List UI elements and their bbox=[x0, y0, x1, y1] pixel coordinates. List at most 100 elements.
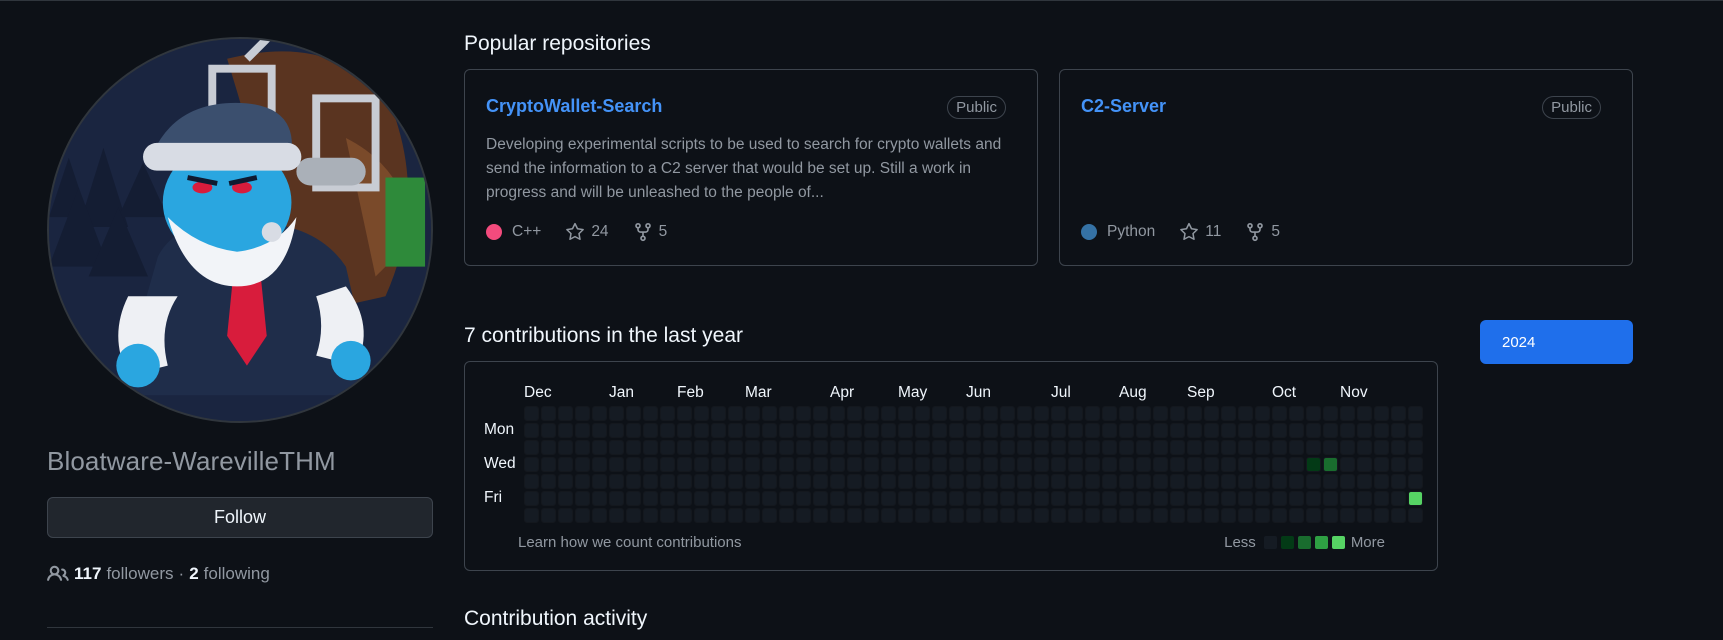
contribution-cell[interactable] bbox=[967, 475, 980, 488]
contribution-cell[interactable] bbox=[933, 407, 946, 420]
contribution-cell[interactable] bbox=[1018, 424, 1031, 437]
contribution-cell[interactable] bbox=[831, 407, 844, 420]
contribution-cell[interactable] bbox=[678, 424, 691, 437]
contribution-cell[interactable] bbox=[1188, 492, 1201, 505]
contribution-cell[interactable] bbox=[576, 407, 589, 420]
contribution-cell[interactable] bbox=[967, 407, 980, 420]
contribution-cell[interactable] bbox=[1069, 492, 1082, 505]
contribution-cell[interactable] bbox=[1001, 458, 1014, 471]
contribution-cell[interactable] bbox=[644, 492, 657, 505]
contribution-cell[interactable] bbox=[678, 407, 691, 420]
contribution-cell[interactable] bbox=[1188, 424, 1201, 437]
contribution-cell[interactable] bbox=[1171, 458, 1184, 471]
contribution-cell[interactable] bbox=[593, 424, 606, 437]
contribution-cell[interactable] bbox=[865, 492, 878, 505]
contribution-cell[interactable] bbox=[661, 475, 674, 488]
contribution-cell[interactable] bbox=[1392, 458, 1405, 471]
contribution-cell[interactable] bbox=[1188, 441, 1201, 454]
contribution-cell[interactable] bbox=[661, 509, 674, 522]
contribution-cell[interactable] bbox=[763, 441, 776, 454]
contribution-cell[interactable] bbox=[559, 475, 572, 488]
contribution-cell[interactable] bbox=[1188, 509, 1201, 522]
contribution-cell[interactable] bbox=[661, 492, 674, 505]
contribution-cell[interactable] bbox=[899, 407, 912, 420]
contribution-cell[interactable] bbox=[1137, 441, 1150, 454]
contribution-cell[interactable] bbox=[1341, 441, 1354, 454]
contribution-cell[interactable] bbox=[1341, 407, 1354, 420]
contribution-cell[interactable] bbox=[1375, 458, 1388, 471]
contribution-cell[interactable] bbox=[1035, 509, 1048, 522]
contribution-cell[interactable] bbox=[542, 458, 555, 471]
contribution-cell[interactable] bbox=[1171, 492, 1184, 505]
contribution-cell[interactable] bbox=[1001, 441, 1014, 454]
contribution-cell[interactable] bbox=[1341, 424, 1354, 437]
contribution-cell[interactable] bbox=[848, 475, 861, 488]
contribution-cell[interactable] bbox=[916, 492, 929, 505]
contribution-cell[interactable] bbox=[763, 509, 776, 522]
contribution-cell[interactable] bbox=[1307, 492, 1320, 505]
contribution-cell[interactable] bbox=[610, 424, 623, 437]
contribution-cell[interactable] bbox=[576, 441, 589, 454]
contribution-cell[interactable] bbox=[1324, 475, 1337, 488]
contribution-cell[interactable] bbox=[1018, 509, 1031, 522]
contribution-cell[interactable] bbox=[1137, 407, 1150, 420]
contribution-cell[interactable] bbox=[1137, 458, 1150, 471]
contribution-cell[interactable] bbox=[1001, 407, 1014, 420]
contribution-cell[interactable] bbox=[899, 492, 912, 505]
contribution-cell[interactable] bbox=[882, 509, 895, 522]
contribution-cell[interactable] bbox=[695, 424, 708, 437]
contribution-cell[interactable] bbox=[661, 424, 674, 437]
contribution-cell[interactable] bbox=[1035, 492, 1048, 505]
contribution-cell[interactable] bbox=[1069, 458, 1082, 471]
contribution-cell[interactable] bbox=[933, 458, 946, 471]
contribution-cell[interactable] bbox=[593, 492, 606, 505]
contribution-cell[interactable] bbox=[729, 458, 742, 471]
contribution-cell[interactable] bbox=[644, 441, 657, 454]
contribution-cell[interactable] bbox=[1307, 407, 1320, 420]
contribution-cell[interactable] bbox=[1154, 458, 1167, 471]
contribution-cell[interactable] bbox=[916, 441, 929, 454]
repo-forks-link[interactable]: 5 bbox=[633, 222, 667, 242]
contribution-cell[interactable] bbox=[984, 492, 997, 505]
contribution-cell[interactable] bbox=[678, 492, 691, 505]
contribution-cell[interactable] bbox=[950, 458, 963, 471]
contribution-cell[interactable] bbox=[1001, 509, 1014, 522]
contribution-cell[interactable] bbox=[1307, 509, 1320, 522]
contribution-cell[interactable] bbox=[1137, 424, 1150, 437]
contribution-cell[interactable] bbox=[1103, 509, 1116, 522]
contribution-cell[interactable] bbox=[610, 475, 623, 488]
contribution-cell[interactable] bbox=[644, 458, 657, 471]
contribution-cell[interactable] bbox=[1171, 407, 1184, 420]
contribution-cell[interactable] bbox=[1069, 407, 1082, 420]
contribution-cell[interactable] bbox=[1375, 509, 1388, 522]
contribution-cell[interactable] bbox=[797, 492, 810, 505]
contribution-cell[interactable] bbox=[1001, 475, 1014, 488]
contribution-cell[interactable] bbox=[1256, 441, 1269, 454]
contribution-cell[interactable] bbox=[763, 424, 776, 437]
contribution-cell[interactable] bbox=[848, 407, 861, 420]
contribution-cell[interactable] bbox=[525, 509, 538, 522]
contribution-cell[interactable] bbox=[525, 424, 538, 437]
contribution-cell[interactable] bbox=[1290, 458, 1303, 471]
contribution-cell[interactable] bbox=[627, 407, 640, 420]
contribution-cell[interactable] bbox=[1086, 458, 1099, 471]
contribution-cell[interactable] bbox=[1188, 475, 1201, 488]
contribution-cell[interactable] bbox=[1205, 475, 1218, 488]
contribution-cell[interactable] bbox=[780, 475, 793, 488]
contribution-cell[interactable] bbox=[814, 509, 827, 522]
contribution-cell[interactable] bbox=[593, 458, 606, 471]
contribution-cell[interactable] bbox=[746, 509, 759, 522]
contribution-cell[interactable] bbox=[797, 424, 810, 437]
contribution-cell[interactable] bbox=[1086, 441, 1099, 454]
contribution-cell[interactable] bbox=[1120, 492, 1133, 505]
contribution-cell[interactable] bbox=[1137, 475, 1150, 488]
contribution-cell[interactable] bbox=[610, 407, 623, 420]
avatar[interactable] bbox=[47, 37, 433, 423]
contribution-cell[interactable] bbox=[1035, 475, 1048, 488]
contribution-cell[interactable] bbox=[1358, 407, 1371, 420]
contribution-cell[interactable] bbox=[1392, 475, 1405, 488]
contribution-cell[interactable] bbox=[780, 407, 793, 420]
contribution-cell[interactable] bbox=[848, 458, 861, 471]
contribution-cell[interactable] bbox=[1069, 509, 1082, 522]
contribution-cell[interactable] bbox=[1086, 475, 1099, 488]
